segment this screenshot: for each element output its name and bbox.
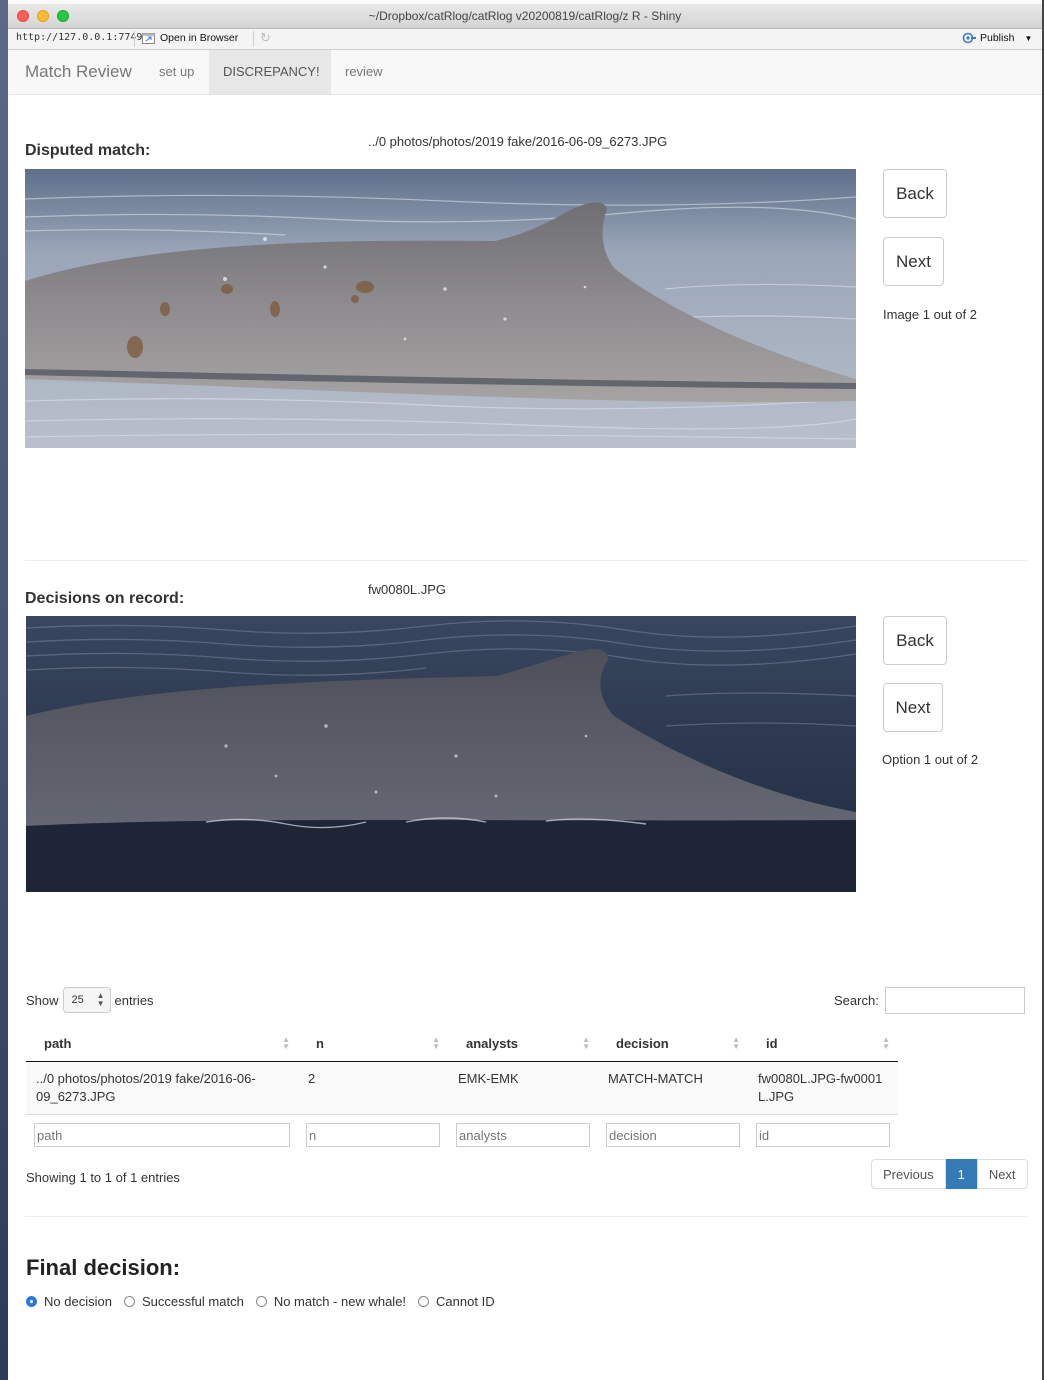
filter-path-input[interactable]	[34, 1123, 290, 1147]
entries-select[interactable]: 25 ▲ ▼	[62, 987, 111, 1013]
table-header-row: path ▲ ▼ n ▲ ▼ analysts ▲ ▼ decision ▲ ▼ id	[26, 1026, 898, 1062]
radio-no-match-new-whale[interactable]: No match - new whale!	[255, 1294, 407, 1309]
cell-decision: MATCH-MATCH	[598, 1061, 748, 1115]
disputed-whale-photo	[25, 169, 856, 448]
sort-icon: ▲ ▼	[882, 1035, 890, 1051]
sort-icon: ▲ ▼	[432, 1035, 440, 1051]
section-divider	[25, 560, 1028, 561]
radio-unselected-icon[interactable]	[418, 1296, 430, 1307]
radio-selected-icon[interactable]	[26, 1296, 37, 1307]
radio-successful-match[interactable]: Successful match	[123, 1294, 244, 1309]
entries-select-value: 25	[71, 994, 84, 1006]
app-window: ~/Dropbox/catRlog/catRlog v20200819/catR…	[8, 4, 1042, 1380]
divider	[253, 31, 254, 47]
column-header-decision[interactable]: decision ▲ ▼	[598, 1026, 748, 1062]
column-header-analysts[interactable]: analysts ▲ ▼	[448, 1026, 598, 1062]
address-bar: http://127.0.0.1:7749 Open in Browser ↻ …	[8, 29, 1042, 50]
radio-unselected-icon[interactable]	[123, 1296, 135, 1307]
records-table: path ▲ ▼ n ▲ ▼ analysts ▲ ▼ decision ▲ ▼ id	[26, 1026, 898, 1155]
browser-window-icon	[142, 32, 155, 44]
pagination: Previous 1 Next	[871, 1159, 1028, 1189]
next-page-button[interactable]: Next	[976, 1159, 1028, 1189]
radio-unselected-icon[interactable]	[255, 1296, 267, 1307]
tab-discrepancy[interactable]: DISCREPANCY!	[209, 50, 331, 94]
column-header-label: id	[766, 1036, 778, 1051]
radio-label: Successful match	[141, 1294, 244, 1309]
publish-icon	[962, 32, 976, 44]
tab-set-up[interactable]: set up	[145, 50, 208, 94]
window-title: ~/Dropbox/catRlog/catRlog v20200819/catR…	[368, 9, 682, 23]
open-in-browser-button[interactable]: Open in Browser	[142, 32, 238, 44]
app-brand[interactable]: Match Review	[25, 62, 132, 82]
column-header-path[interactable]: path ▲ ▼	[26, 1026, 298, 1062]
updown-arrows-icon: ▲ ▼	[96, 991, 105, 1008]
column-header-id[interactable]: id ▲ ▼	[748, 1026, 898, 1062]
search-label: Search:	[834, 993, 879, 1008]
title-bar: ~/Dropbox/catRlog/catRlog v20200819/catR…	[8, 4, 1042, 29]
navbar: Match Review set up DISCREPANCY! review	[8, 50, 1042, 95]
filter-analysts-input[interactable]	[456, 1123, 590, 1147]
cell-analysts: EMK-EMK	[448, 1061, 598, 1115]
cell-path: ../0 photos/photos/2019 fake/2016-06-09_…	[26, 1061, 298, 1115]
entries-length-control: Show 25 ▲ ▼ entries	[26, 987, 154, 1013]
tab-review[interactable]: review	[331, 50, 397, 94]
radio-label: No decision	[44, 1294, 112, 1309]
disputed-file-path: ../0 photos/photos/2019 fake/2016-06-09_…	[368, 134, 668, 149]
filter-id-input[interactable]	[756, 1123, 890, 1147]
cell-n: 2	[298, 1061, 448, 1115]
final-decision-heading: Final decision:	[26, 1255, 181, 1280]
search-input[interactable]	[884, 987, 1025, 1014]
filter-decision-input[interactable]	[606, 1123, 740, 1147]
disputed-back-button[interactable]: Back	[883, 169, 947, 218]
publish-button[interactable]: Publish ▼	[962, 32, 1032, 44]
entries-label: entries	[114, 992, 154, 1008]
disputed-next-button[interactable]: Next	[883, 237, 944, 286]
radio-no-decision[interactable]: No decision	[26, 1294, 112, 1309]
final-decision-radio-group: No decision Successful match No match - …	[26, 1294, 507, 1309]
column-header-label: analysts	[466, 1036, 519, 1051]
decisions-file-name: fw0080L.JPG	[368, 582, 447, 597]
decisions-back-button[interactable]: Back	[883, 616, 947, 665]
table-search: Search:	[834, 987, 1025, 1014]
sort-icon: ▲ ▼	[582, 1035, 590, 1051]
refresh-icon[interactable]: ↻	[260, 30, 271, 46]
desktop-background	[0, 0, 8, 1380]
open-in-browser-label: Open in Browser	[160, 32, 239, 44]
previous-page-button[interactable]: Previous	[871, 1159, 946, 1189]
table-info: Showing 1 to 1 of 1 entries	[26, 1170, 180, 1185]
record-whale-photo	[26, 616, 856, 892]
sort-icon: ▲ ▼	[282, 1035, 290, 1051]
table-row[interactable]: ../0 photos/photos/2019 fake/2016-06-09_…	[26, 1061, 898, 1115]
disputed-image-counter: Image 1 out of 2	[883, 307, 977, 322]
column-header-label: n	[316, 1036, 324, 1051]
url-text[interactable]: http://127.0.0.1:7749	[16, 32, 142, 43]
section-divider	[25, 1216, 1028, 1217]
radio-cannot-id[interactable]: Cannot ID	[418, 1294, 495, 1309]
filter-row	[26, 1114, 898, 1155]
radio-label: Cannot ID	[436, 1294, 495, 1309]
publish-label: Publish	[980, 32, 1015, 44]
column-header-label: path	[44, 1036, 72, 1051]
chevron-down-icon: ▼	[1024, 33, 1033, 43]
column-header-n[interactable]: n ▲ ▼	[298, 1026, 448, 1062]
disputed-match-heading: Disputed match:	[25, 142, 151, 159]
decisions-next-button[interactable]: Next	[883, 683, 943, 732]
show-label: Show	[26, 992, 59, 1008]
filter-n-input[interactable]	[306, 1123, 440, 1147]
cell-id: fw0080L.JPG-fw0001L.JPG	[748, 1061, 898, 1115]
decisions-option-counter: Option 1 out of 2	[882, 752, 979, 767]
sort-icon: ▲ ▼	[732, 1035, 740, 1051]
page-1-button[interactable]: 1	[945, 1159, 977, 1189]
radio-label: No match - new whale!	[273, 1294, 407, 1309]
column-header-label: decision	[616, 1036, 669, 1051]
decisions-heading: Decisions on record:	[25, 590, 185, 607]
divider	[134, 31, 135, 47]
